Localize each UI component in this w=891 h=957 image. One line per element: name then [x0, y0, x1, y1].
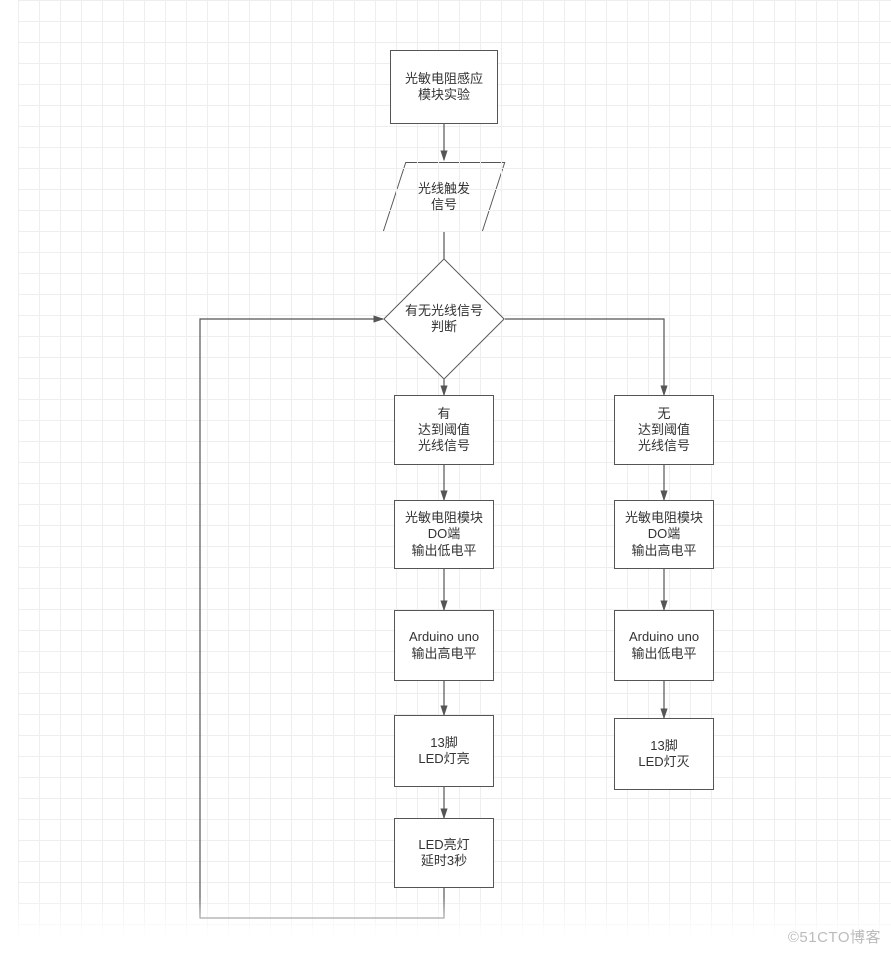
- node-decision: 有无光线信号 判断: [384, 276, 504, 362]
- node-yes2: 光敏电阻模块 DO端 输出低电平: [394, 500, 494, 569]
- watermark: ©51CTO博客: [788, 926, 881, 947]
- node-yes1: 有 达到阈值 光线信号: [394, 395, 494, 465]
- node-text: 13脚: [650, 738, 677, 754]
- node-text: 延时3秒: [421, 853, 467, 869]
- node-text: 光敏电阻模块: [625, 510, 703, 526]
- node-text: Arduino uno: [629, 629, 699, 645]
- node-text: 输出高电平: [631, 543, 696, 559]
- node-text: 光线触发: [418, 181, 470, 197]
- node-start: 光敏电阻感应 模块实验: [390, 50, 498, 124]
- node-text: DO端: [428, 526, 461, 542]
- node-no1: 无 达到阈值 光线信号: [614, 395, 714, 465]
- node-text: 光线信号: [418, 438, 470, 454]
- node-text: 达到阈值: [418, 422, 470, 438]
- node-text: LED灯亮: [418, 751, 469, 767]
- node-text: 13脚: [430, 735, 457, 751]
- node-no4: 13脚 LED灯灭: [614, 718, 714, 790]
- node-text: DO端: [648, 526, 681, 542]
- node-text: 输出高电平: [411, 646, 476, 662]
- arrows-layer: [0, 0, 891, 957]
- node-text: 模块实验: [418, 87, 470, 103]
- node-text: LED灯灭: [638, 754, 689, 770]
- node-trigger: 光线触发 信号: [394, 162, 494, 232]
- node-text: LED亮灯: [418, 837, 469, 853]
- node-text: 信号: [431, 197, 457, 213]
- node-text: Arduino uno: [409, 629, 479, 645]
- node-no3: Arduino uno 输出低电平: [614, 610, 714, 681]
- node-text: 有: [437, 406, 450, 422]
- node-text: 无: [657, 406, 670, 422]
- node-text: 判断: [431, 319, 457, 335]
- node-text-wrap: 有无光线信号 判断: [384, 276, 504, 362]
- node-text: 达到阈值: [638, 422, 690, 438]
- node-yes5: LED亮灯 延时3秒: [394, 818, 494, 888]
- node-text: 输出低电平: [631, 646, 696, 662]
- node-no2: 光敏电阻模块 DO端 输出高电平: [614, 500, 714, 569]
- node-text: 光敏电阻模块: [405, 510, 483, 526]
- node-yes3: Arduino uno 输出高电平: [394, 610, 494, 681]
- node-text: 光敏电阻感应: [405, 71, 483, 87]
- node-yes4: 13脚 LED灯亮: [394, 715, 494, 787]
- node-text: 输出低电平: [411, 543, 476, 559]
- node-text: 有无光线信号: [405, 303, 483, 319]
- node-text: 光线信号: [638, 438, 690, 454]
